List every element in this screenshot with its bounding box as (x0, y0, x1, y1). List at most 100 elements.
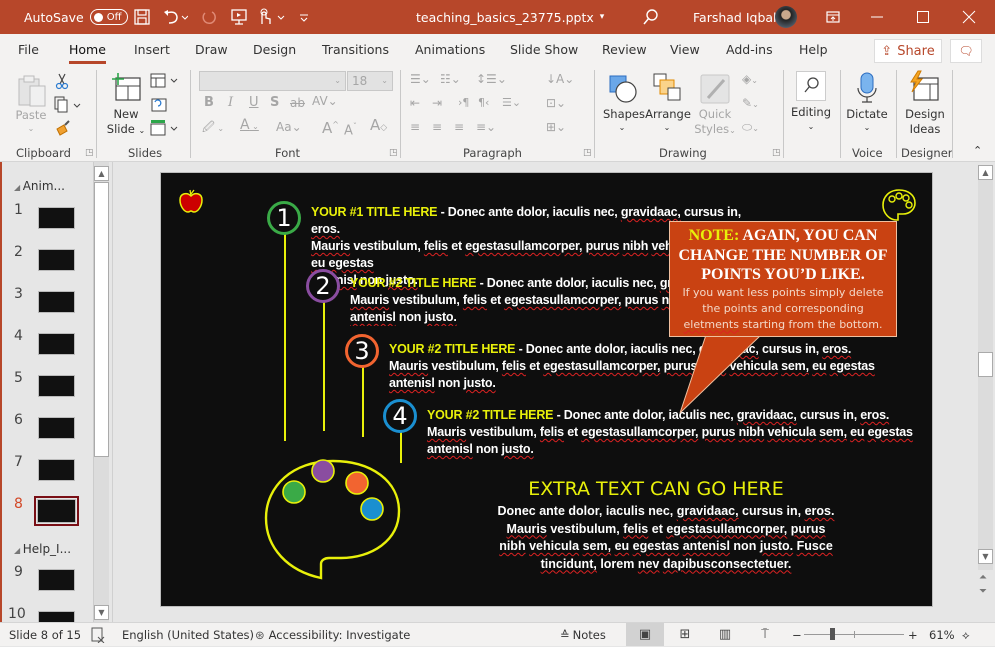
close-button[interactable] (962, 0, 976, 34)
tab-insert[interactable]: Insert (134, 34, 170, 64)
paste-icon[interactable] (16, 74, 48, 111)
align-right-button[interactable]: ≡ (454, 120, 464, 134)
highlight-color-button[interactable]: 🖉 ⌄ (202, 120, 224, 136)
shapes-button[interactable]: Shapes (603, 107, 645, 121)
extra-title[interactable]: EXTRA TEXT CAN GO HERE (491, 478, 821, 500)
section-icon[interactable] (150, 119, 180, 140)
slide-thumbnail[interactable] (38, 333, 75, 355)
new-slide-icon[interactable] (110, 72, 142, 105)
increase-font-size-button[interactable]: A^ (322, 118, 339, 136)
underline-button[interactable]: U (249, 96, 259, 110)
numbering-button[interactable]: ☷⌄ (440, 72, 461, 86)
clear-formatting-button[interactable]: A◇ (370, 118, 387, 135)
reset-icon[interactable] (150, 96, 168, 115)
change-case-button[interactable]: Aa⌄ (276, 120, 302, 134)
slide[interactable]: 1 YOUR #1 TITLE HERE - Donec ante dolor,… (160, 172, 933, 607)
tab-slide-show[interactable]: Slide Show (510, 34, 578, 64)
tab-home[interactable]: Home (69, 34, 106, 64)
smartart-button[interactable]: ⊞⌄ (546, 120, 566, 134)
tab-help[interactable]: Help (799, 34, 828, 64)
customize-toolbar-icon[interactable] (298, 0, 310, 34)
rtl-button[interactable]: ¶‹ (478, 96, 489, 110)
zoom-level[interactable]: 61% (929, 623, 955, 647)
slide-thumbnail[interactable] (38, 459, 75, 481)
increase-indent-button[interactable]: ⇥ (432, 96, 442, 110)
document-title[interactable]: teaching_basics_23775.pptx ▾ (416, 0, 604, 34)
collapse-ribbon-icon[interactable]: ⌃ (973, 144, 982, 158)
layout-icon[interactable] (150, 73, 180, 92)
new-slide-button[interactable]: Slide ⌄ (104, 122, 148, 138)
tab-file[interactable]: File (18, 34, 39, 64)
search-icon[interactable] (642, 0, 660, 34)
scroll-up-button[interactable]: ▲ (94, 166, 109, 181)
normal-view-button[interactable]: ▣ (626, 623, 664, 646)
columns-button[interactable]: ☰⌄ (502, 96, 521, 110)
justify-button[interactable]: ≡⌄ (476, 120, 496, 134)
note-callout[interactable]: NOTE: AGAIN, YOU CAN CHANGE THE NUMBER O… (669, 221, 897, 337)
copy-icon[interactable] (54, 96, 82, 117)
tab-design[interactable]: Design (253, 34, 296, 64)
reading-view-button[interactable]: ▥ (706, 623, 744, 646)
dialog-launcher-icon[interactable]: ◳ (772, 148, 781, 158)
quick-styles-label-1[interactable]: Quick (697, 107, 733, 121)
slide-thumbnail[interactable] (38, 611, 75, 622)
slide-thumbnail[interactable] (38, 375, 75, 397)
character-spacing-button[interactable]: AV⌄ (312, 94, 338, 108)
shapes-icon[interactable] (608, 74, 640, 107)
align-text-button[interactable]: ⊡⌄ (546, 96, 566, 110)
tab-add-ins[interactable]: Add-ins (726, 34, 773, 64)
slide-show-view-button[interactable]: ⍑ (746, 623, 784, 646)
paste-button[interactable]: Paste (14, 108, 48, 122)
zoom-out-button[interactable]: − (792, 623, 802, 647)
quick-styles-icon[interactable] (700, 74, 730, 107)
presenter-icon[interactable] (230, 0, 248, 34)
undo-icon[interactable] (162, 0, 188, 34)
dictate-button[interactable]: Dictate (845, 107, 889, 121)
accessibility-checker[interactable]: ⊛ Accessibility: Investigate (255, 623, 410, 647)
italic-button[interactable]: I (228, 96, 233, 110)
comments-button[interactable]: 🗨 (950, 39, 982, 63)
zoom-in-button[interactable]: + (908, 623, 918, 647)
slide-thumbnail[interactable] (38, 207, 75, 229)
scroll-down-button[interactable]: ▼ (94, 605, 109, 620)
font-color-button[interactable]: A ⌄ (240, 118, 259, 134)
font-name-combo[interactable]: ⌄ (199, 71, 346, 91)
arrange-button[interactable]: Arrange (645, 107, 691, 121)
scroll-up-button[interactable]: ▲ (978, 165, 993, 180)
slide-thumbnail[interactable] (38, 291, 75, 313)
scrollbar-thumb[interactable] (94, 182, 109, 457)
tab-draw[interactable]: Draw (195, 34, 228, 64)
fit-to-window-icon[interactable]: ⟡ (962, 623, 970, 647)
slide-thumbnail[interactable] (38, 417, 75, 439)
dialog-launcher-icon[interactable]: ◳ (389, 148, 398, 158)
scroll-down-button[interactable]: ▼ (978, 549, 993, 564)
slide-thumbnail[interactable] (38, 249, 75, 271)
ribbon-display-options-icon[interactable] (825, 0, 841, 34)
editing-button[interactable]: Editing (789, 105, 833, 119)
bold-button[interactable]: B (204, 96, 214, 110)
slide-indicator[interactable]: Slide 8 of 15 (9, 623, 81, 647)
avatar[interactable] (775, 0, 797, 34)
arrange-icon[interactable] (652, 72, 684, 107)
slide-sorter-view-button[interactable]: ⊞ (666, 623, 704, 646)
save-icon[interactable] (133, 0, 151, 34)
shadow-button[interactable]: S (270, 96, 279, 110)
microphone-icon[interactable] (856, 72, 878, 107)
slide-thumbnail[interactable] (38, 569, 75, 591)
bullets-button[interactable]: ☰⌄ (410, 72, 431, 86)
dialog-launcher-icon[interactable]: ◳ (85, 148, 94, 158)
zoom-slider-thumb[interactable] (830, 628, 836, 640)
dialog-launcher-icon[interactable]: ◳ (583, 148, 592, 158)
section-header[interactable]: ◢ Help_I... (14, 542, 71, 556)
canvas-scrollbar[interactable]: ▲ ▼ (978, 165, 993, 570)
language-indicator[interactable]: English (United States) (122, 623, 254, 647)
scrollbar-thumb[interactable] (978, 352, 993, 377)
tab-review[interactable]: Review (602, 34, 647, 64)
tab-transitions[interactable]: Transitions (322, 34, 389, 64)
decrease-font-size-button[interactable]: Aˇ (344, 120, 357, 138)
previous-slide-button[interactable]: ⏶ (979, 572, 987, 583)
spell-check-icon[interactable] (90, 623, 106, 647)
share-button[interactable]: ⇪ Share (874, 39, 942, 63)
decrease-indent-button[interactable]: ⇤ (410, 96, 420, 110)
ltr-button[interactable]: ›¶ (458, 96, 469, 110)
